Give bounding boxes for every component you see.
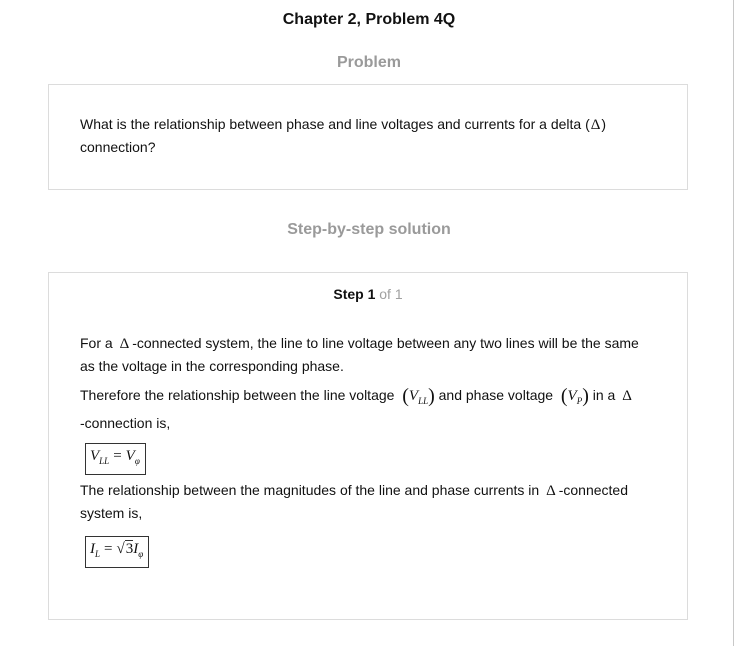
paren-open: (	[560, 385, 568, 407]
problem-heading: Problem	[336, 54, 401, 71]
solution-heading: Step-by-step solution	[287, 221, 451, 238]
problem-question: What is the relationship between phase a…	[80, 113, 660, 158]
para1-text-pre: For a	[80, 335, 113, 351]
formula1-rhs-var: V	[125, 448, 135, 464]
step-total: of 1	[379, 286, 403, 302]
formula2-coefficient: 3	[124, 540, 134, 557]
formula1-rhs-sub: φ	[134, 456, 140, 466]
paren-close: )	[582, 385, 589, 407]
paren-open: (	[402, 385, 409, 407]
para2-text-mid: and phase voltage	[438, 387, 554, 403]
para1-text-line2: as the voltage in the corresponding phas…	[80, 358, 344, 374]
v-ll-sub: LL	[418, 396, 429, 406]
v-ll-symbol: VLL	[408, 388, 429, 406]
step-number: Step 1	[333, 286, 376, 302]
problem-question-text-3: connection?	[80, 139, 156, 155]
para2-text-pre: Therefore the relationship between the l…	[80, 387, 395, 403]
formula2-rhs-sub: φ	[138, 549, 144, 559]
delta-symbol: Δ	[622, 388, 632, 404]
para2-text-line2: -connection is,	[80, 415, 171, 431]
formula1-lhs-sub: LL	[99, 456, 110, 466]
para3-text-pre: The relationship between the magnitudes …	[80, 482, 540, 498]
formula2-equals: =	[104, 541, 113, 557]
problem-box: What is the relationship between phase a…	[48, 84, 688, 190]
para1-text-post: -connected system, the line to line volt…	[132, 335, 639, 351]
solution-paragraph-1: For a Δ -connected system, the line to li…	[80, 332, 660, 377]
formula-voltage-relation: VLL = Vφ	[85, 443, 146, 475]
solution-paragraph-2: Therefore the relationship between the l…	[80, 384, 670, 434]
para2-text-end: in a	[592, 387, 616, 403]
chapter-title: Chapter 2, Problem 4Q	[282, 11, 456, 28]
formula1-lhs-var: V	[90, 448, 100, 464]
page: Chapter 2, Problem 4Q Problem What is th…	[0, 0, 738, 646]
problem-question-text-1: What is the relationship between phase a…	[80, 116, 590, 132]
v-p-var: V	[567, 388, 577, 404]
v-ll-var: V	[408, 388, 419, 404]
step-label: Step 1 of 1	[49, 286, 687, 302]
solution-box: Step 1 of 1 For a Δ -connected system, th…	[48, 272, 688, 620]
paren-close: )	[428, 385, 435, 407]
formula1-equals: =	[113, 448, 122, 464]
delta-symbol: Δ	[590, 117, 601, 133]
formula-current-relation: IL = √3Iφ	[85, 536, 150, 568]
solution-paragraph-3: The relationship between the magnitudes …	[80, 479, 660, 524]
para3-text-post: -connected	[558, 482, 629, 498]
para3-text-line2: system is,	[80, 505, 143, 521]
problem-question-text-2: )	[601, 116, 607, 132]
delta-symbol: Δ	[119, 336, 130, 352]
v-p-symbol: VP	[567, 388, 583, 406]
page-right-border	[733, 0, 734, 646]
delta-symbol: Δ	[546, 483, 556, 499]
sqrt-symbol: √	[116, 541, 125, 557]
